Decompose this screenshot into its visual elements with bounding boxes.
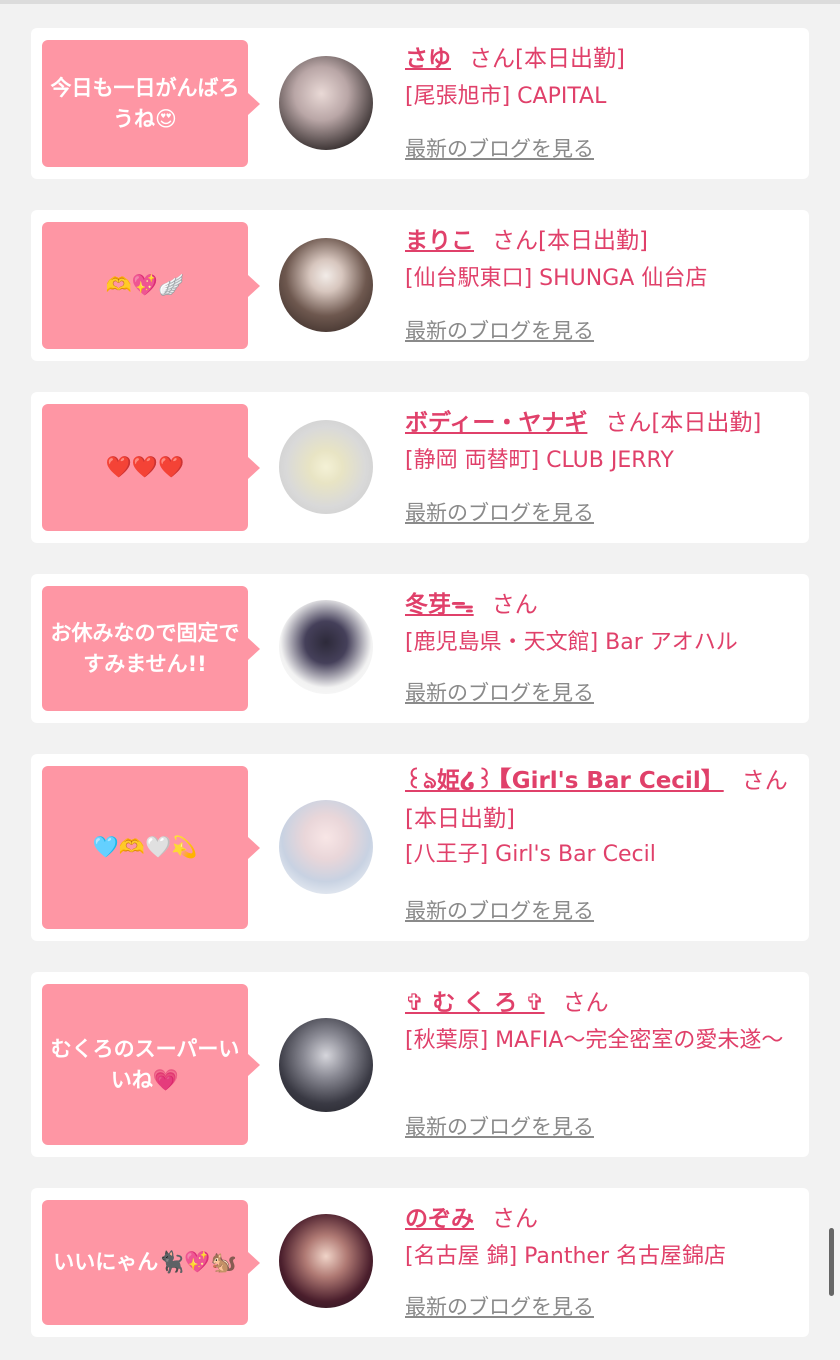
message-bubble: お休みなので固定ですみません!! <box>42 586 260 711</box>
message-bubble: むくろのスーパーいいね💗 <box>42 984 260 1145</box>
message-bubble: 今日も一日がんばろうね😍 <box>42 40 260 167</box>
shop-name: [八王子] Girl's Bar Cecil <box>405 842 656 867</box>
list-item: お休みなので固定ですみません!! 冬芽ᯓ さん [鹿児島県・天文館] Bar アオ… <box>31 574 809 723</box>
list-item: 🫶💖🪽 まりこ さん[本日出勤] [仙台駅東口] SHUNGA 仙台店 最新のブロ… <box>31 210 809 361</box>
girl-info: ꒰ঌ姫໒꒱【Girl's Bar Cecil】 さん [本日出勤] [八王子] G… <box>405 764 799 872</box>
blog-link[interactable]: 最新のブログを見る <box>405 1292 594 1322</box>
blog-link[interactable]: 最新のブログを見る <box>405 1112 594 1142</box>
avatar[interactable] <box>279 1214 373 1308</box>
message-bubble: ❤️❤️❤️ <box>42 404 260 531</box>
honorific-status: さん[本日出勤] <box>469 46 625 72</box>
shop-name: [秋葉原] MAFIA〜完全密室の愛未遂〜 <box>405 1028 784 1053</box>
name-line: 冬芽ᯓ さん <box>405 588 799 622</box>
shop-name: [尾張旭市] CAPITAL <box>405 84 607 109</box>
avatar[interactable] <box>279 56 373 150</box>
avatar[interactable] <box>279 800 373 894</box>
girl-info: のぞみ さん [名古屋 錦] Panther 名古屋錦店 <box>405 1202 799 1274</box>
list-item: むくろのスーパーいいね💗 ✞ む く ろ ✞ さん [秋葉原] MAFIA〜完全密… <box>31 972 809 1157</box>
blog-link[interactable]: 最新のブログを見る <box>405 896 594 926</box>
girl-name-link[interactable]: さゆ <box>405 46 451 72</box>
girl-name-link[interactable]: まりこ <box>405 228 474 254</box>
name-line: ボディー・ヤナギ さん[本日出勤] <box>405 406 799 440</box>
message-text: お休みなので固定ですみません!! <box>50 620 240 676</box>
avatar[interactable] <box>279 1018 373 1112</box>
status-text: [本日出勤] <box>405 806 515 832</box>
avatar[interactable] <box>279 420 373 514</box>
shop-name: [静岡 両替町] CLUB JERRY <box>405 448 674 473</box>
name-line: さゆ さん[本日出勤] <box>405 42 799 76</box>
honorific: さん <box>741 768 788 794</box>
name-line: ꒰ঌ姫໒꒱【Girl's Bar Cecil】 さん <box>405 764 799 798</box>
honorific-status: さん[本日出勤] <box>492 228 648 254</box>
blog-link[interactable]: 最新のブログを見る <box>405 678 594 708</box>
girl-info: さゆ さん[本日出勤] [尾張旭市] CAPITAL <box>405 42 799 114</box>
girl-name-link[interactable]: 冬芽ᯓ <box>405 592 474 618</box>
message-text: 今日も一日がんばろうね😍 <box>50 75 240 131</box>
message-text: いいにゃん🐈‍⬛💖🐿️ <box>53 1250 237 1274</box>
blog-link[interactable]: 最新のブログを見る <box>405 134 594 164</box>
girl-list: 今日も一日がんばろうね😍 さゆ さん[本日出勤] [尾張旭市] CAPITAL 最… <box>31 28 809 1337</box>
blog-link[interactable]: 最新のブログを見る <box>405 316 594 346</box>
message-bubble: いいにゃん🐈‍⬛💖🐿️ <box>42 1200 260 1325</box>
avatar[interactable] <box>279 600 373 694</box>
scrollbar[interactable] <box>829 1228 834 1296</box>
name-line: まりこ さん[本日出勤] <box>405 224 799 258</box>
girl-name-link[interactable]: ボディー・ヤナギ <box>405 410 587 436</box>
girl-info: 冬芽ᯓ さん [鹿児島県・天文館] Bar アオハル <box>405 588 799 660</box>
shop-name: [仙台駅東口] SHUNGA 仙台店 <box>405 266 708 291</box>
girl-info: まりこ さん[本日出勤] [仙台駅東口] SHUNGA 仙台店 <box>405 224 799 296</box>
message-text: ❤️❤️❤️ <box>105 455 185 479</box>
honorific: さん <box>492 1206 538 1232</box>
avatar[interactable] <box>279 238 373 332</box>
message-text: 🫶💖🪽 <box>105 273 185 297</box>
girl-info: ボディー・ヤナギ さん[本日出勤] [静岡 両替町] CLUB JERRY <box>405 406 799 478</box>
message-bubble: 🫶💖🪽 <box>42 222 260 349</box>
shop-name: [鹿児島県・天文館] Bar アオハル <box>405 630 738 655</box>
girl-name-link[interactable]: のぞみ <box>405 1206 474 1232</box>
list-item: 今日も一日がんばろうね😍 さゆ さん[本日出勤] [尾張旭市] CAPITAL 最… <box>31 28 809 179</box>
shop-name: [名古屋 錦] Panther 名古屋錦店 <box>405 1244 726 1269</box>
message-text: 🩵🫶🤍💫 <box>92 835 198 859</box>
name-line: ✞ む く ろ ✞ さん <box>405 986 799 1020</box>
girl-info: ✞ む く ろ ✞ さん [秋葉原] MAFIA〜完全密室の愛未遂〜 <box>405 986 799 1058</box>
list-item: 🩵🫶🤍💫 ꒰ঌ姫໒꒱【Girl's Bar Cecil】 さん [本日出勤] [八… <box>31 754 809 941</box>
name-line: のぞみ さん <box>405 1202 799 1236</box>
list-item: ❤️❤️❤️ ボディー・ヤナギ さん[本日出勤] [静岡 両替町] CLUB JE… <box>31 392 809 543</box>
blog-link[interactable]: 最新のブログを見る <box>405 498 594 528</box>
list-item: いいにゃん🐈‍⬛💖🐿️ のぞみ さん [名古屋 錦] Panther 名古屋錦店 … <box>31 1188 809 1337</box>
girl-name-link[interactable]: ꒰ঌ姫໒꒱【Girl's Bar Cecil】 <box>405 768 724 794</box>
message-bubble: 🩵🫶🤍💫 <box>42 766 260 929</box>
honorific: さん <box>562 990 609 1016</box>
top-divider <box>0 0 840 4</box>
girl-name-link[interactable]: ✞ む く ろ ✞ <box>405 990 545 1016</box>
message-text: むくろのスーパーいいね💗 <box>50 1036 240 1092</box>
honorific-status: さん[本日出勤] <box>605 410 762 436</box>
honorific-status: さん <box>491 592 538 618</box>
